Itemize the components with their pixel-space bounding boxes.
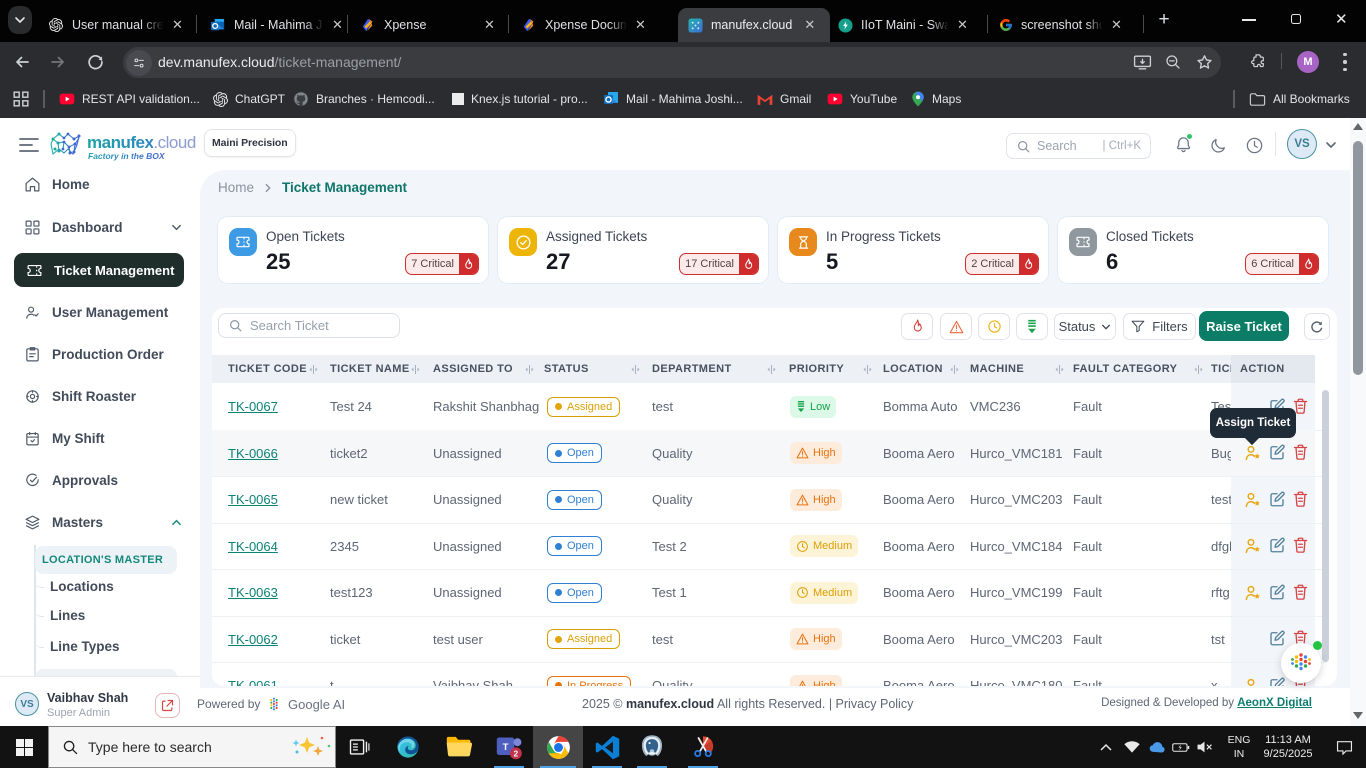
svg-text:T: T: [502, 742, 508, 753]
svg-text:2: 2: [513, 749, 518, 759]
